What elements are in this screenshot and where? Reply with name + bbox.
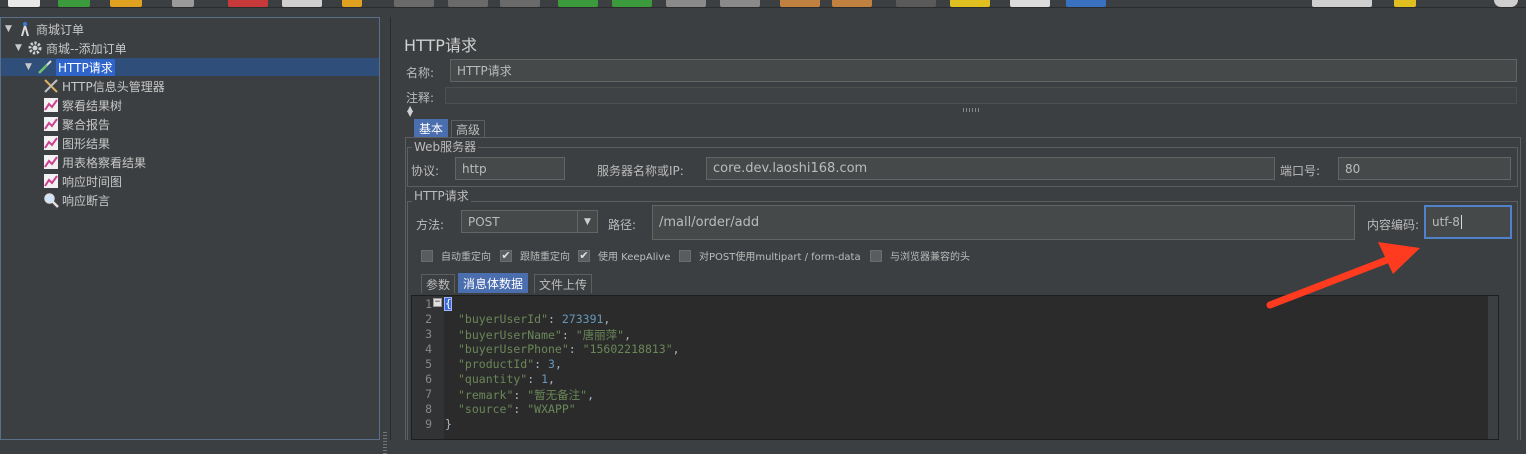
annotation-arrow-icon xyxy=(1266,242,1420,309)
